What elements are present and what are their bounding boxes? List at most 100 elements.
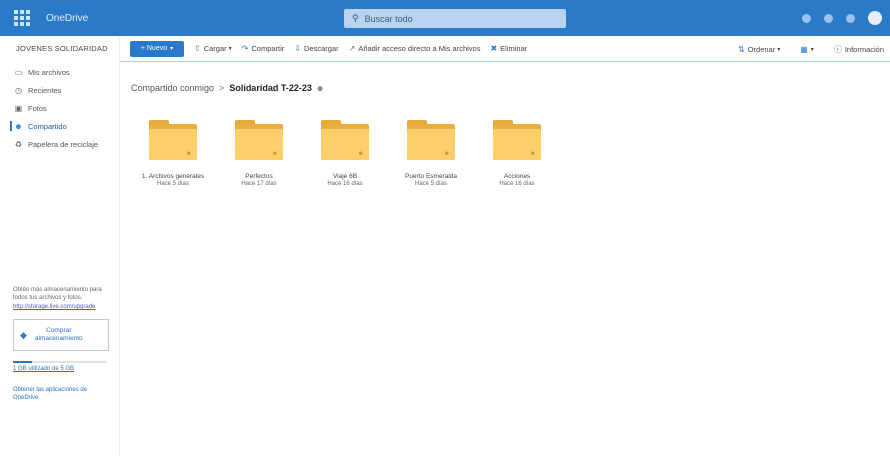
download-button[interactable]: ⇩ Descargar [294, 44, 338, 53]
top-bar: OneDrive ⚲ [0, 0, 890, 36]
folder-icon: ☻ [491, 118, 543, 162]
upload-label: Cargar [203, 44, 227, 53]
folder-name: Viaje 6B [332, 173, 358, 180]
upload-button[interactable]: ⇧ Cargar ▾ [194, 44, 232, 53]
sidebar-item-label: Compartido [28, 121, 67, 131]
delete-label: Eliminar [500, 44, 528, 53]
folder-tile[interactable]: ☻ Viaje 6B Hace 16 días [302, 118, 388, 187]
new-button-label: + Nuevo [140, 45, 168, 52]
sidebar-item-shared[interactable]: ☻ Compartido [0, 117, 119, 135]
chevron-down-icon: ▾ [777, 46, 781, 53]
folder-name: Acciones [503, 173, 531, 180]
recycle-bin-icon: ♻ [14, 139, 23, 149]
shared-folder-icon: ☻ [357, 151, 364, 157]
breadcrumb-current[interactable]: Solidaridad T-22-23 [229, 83, 312, 93]
diamond-icon: ◆ [20, 329, 27, 340]
avatar[interactable] [868, 11, 882, 25]
chevron-down-icon: ▾ [810, 46, 814, 53]
info-label: Información [844, 44, 884, 54]
breadcrumb: Compartido conmigo > Solidaridad T-22-23… [131, 83, 324, 93]
sort-label: Ordenar [747, 44, 776, 54]
folder-name: 1. Archivos generales [141, 173, 205, 180]
grid-view-icon: ▦ [800, 44, 808, 54]
sidebar-item-label: Recientes [28, 85, 62, 95]
buy-storage-button[interactable]: ◆ Comprar almacenamiento [13, 319, 109, 351]
folder-modified: Hace 5 días [156, 181, 190, 187]
storage-usage-fill [13, 361, 32, 363]
storage-usage-text[interactable]: 1 GB utilizado de 5 GB [13, 366, 113, 372]
shared-folder-icon: ☻ [443, 151, 450, 157]
storage-message: Obtén más almacenamiento para todos tus … [13, 287, 102, 301]
new-button[interactable]: + Nuevo ▾ [130, 40, 184, 57]
top-icons [802, 11, 882, 25]
clock-icon: ◷ [15, 85, 22, 95]
folder-tile[interactable]: ☻ Puerto Esmeralda Hace 5 días [388, 118, 474, 187]
chevron-down-icon: ▾ [228, 46, 232, 52]
shared-icon: ☻ [315, 83, 325, 93]
storage-usage-bar [13, 361, 107, 363]
buy-storage-label-line1: Comprar [46, 327, 72, 334]
download-icon: ⇩ [294, 44, 301, 53]
folder-icon: ☻ [233, 118, 285, 162]
shared-folder-icon: ☻ [271, 151, 278, 157]
get-apps-link-line1: Obtener las aplicaciones de [13, 387, 88, 393]
command-bar: + Nuevo ▾ ⇧ Cargar ▾ ↷ Compartir ⇩ Desca… [120, 36, 890, 62]
share-button[interactable]: ↷ Compartir [242, 44, 285, 53]
help-icon[interactable] [824, 13, 833, 23]
breadcrumb-separator: > [219, 83, 225, 93]
folder-modified: Hace 16 días [499, 181, 535, 187]
sidebar-item-photos[interactable]: ▣ Fotos [0, 99, 119, 117]
people-icon: ☻ [14, 121, 23, 131]
search-icon: ⚲ [352, 13, 359, 23]
feedback-icon[interactable] [846, 13, 855, 23]
settings-icon[interactable] [802, 13, 811, 23]
trash-icon: ✖ [490, 44, 498, 53]
shared-folder-icon: ☻ [185, 151, 192, 157]
sidebar-item-label: Fotos [28, 103, 47, 113]
get-apps-link[interactable]: Obtener las aplicaciones de OneDrive [13, 386, 113, 402]
shared-folder-icon: ☻ [529, 151, 536, 157]
share-label: Compartir [251, 44, 285, 53]
info-button[interactable]: ⓘ Información [834, 44, 884, 55]
sidebar-item-recycle-bin[interactable]: ♻ Papelera de reciclaje [0, 135, 119, 153]
folder-icon: ☻ [319, 118, 371, 162]
storage-panel: Obtén más almacenamiento para todos tus … [13, 286, 113, 402]
command-bar-right: ⇅ Ordenar ▾ ▦ ▾ ⓘ Información [728, 36, 884, 62]
app-name[interactable]: OneDrive [46, 13, 88, 24]
account-name: JOVENES SOLIDARIDAD [16, 44, 108, 53]
app-launcher-icon[interactable] [12, 8, 32, 28]
folder-tile[interactable]: ☻ Perfectos Hace 17 días [216, 118, 302, 187]
folder-name: Puerto Esmeralda [404, 173, 458, 180]
sort-icon: ⇅ [738, 44, 745, 54]
sidebar-item-recent[interactable]: ◷ Recientes [0, 81, 119, 99]
search-input[interactable] [358, 13, 549, 24]
sidebar-item-my-files[interactable]: ▭ Mis archivos [0, 63, 119, 81]
get-apps-link-line2: OneDrive [13, 395, 39, 401]
view-options-button[interactable]: ▦ ▾ [800, 45, 814, 54]
download-label: Descargar [304, 44, 339, 53]
folder-icon: ☻ [147, 118, 199, 162]
folder-tile[interactable]: ☻ 1. Archivos generales Hace 5 días [130, 118, 216, 187]
folder-modified: Hace 5 días [414, 181, 448, 187]
buy-storage-label: Comprar almacenamiento [35, 327, 83, 343]
sidebar-item-label: Papelera de reciclaje [28, 139, 99, 149]
add-shortcut-button[interactable]: ↗ Añadir acceso directo a Mis archivos [349, 44, 481, 53]
chevron-down-icon: ▾ [170, 46, 174, 52]
folder-modified: Hace 17 días [241, 181, 277, 187]
buy-storage-label-line2: almacenamiento [34, 335, 83, 342]
folder-grid: ☻ 1. Archivos generales Hace 5 días ☻ Pe… [130, 118, 560, 187]
sort-button[interactable]: ⇅ Ordenar ▾ [738, 45, 780, 54]
folder-icon: ☻ [405, 118, 457, 162]
image-icon: ▣ [14, 103, 23, 113]
add-shortcut-label: Añadir acceso directo a Mis archivos [358, 44, 481, 53]
folder-tile[interactable]: ☻ Acciones Hace 16 días [474, 118, 560, 187]
upload-icon: ⇧ [194, 44, 201, 53]
delete-button[interactable]: ✖ Eliminar [490, 44, 527, 53]
sidebar: JOVENES SOLIDARIDAD ▭ Mis archivos ◷ Rec… [0, 36, 120, 456]
folder-icon: ▭ [14, 67, 23, 77]
storage-upgrade-link[interactable]: http://storage.live.com/upgrade [13, 303, 113, 311]
folder-modified: Hace 16 días [327, 181, 363, 187]
search-box[interactable]: ⚲ [344, 9, 566, 28]
breadcrumb-parent[interactable]: Compartido conmigo [131, 83, 214, 93]
share-icon: ↷ [241, 44, 249, 53]
